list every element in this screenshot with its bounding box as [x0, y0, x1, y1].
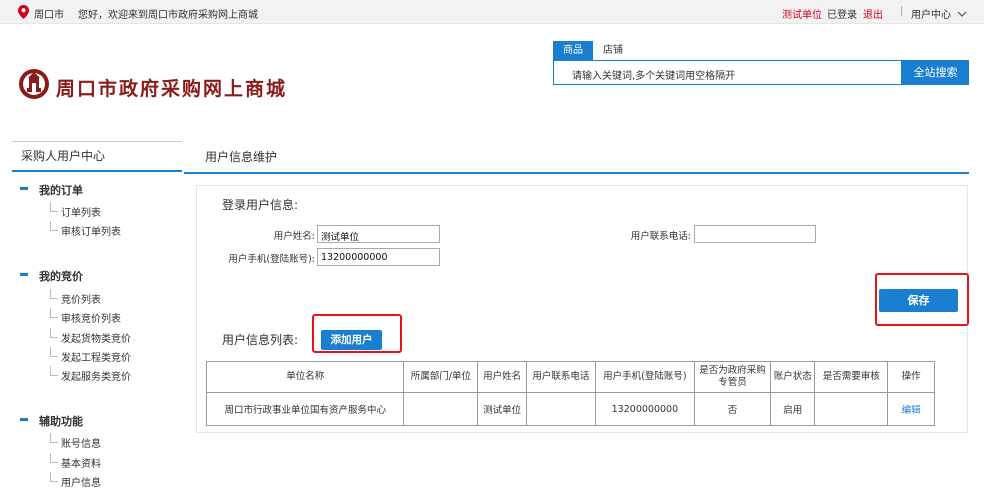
name-label: 用户姓名:	[273, 231, 315, 242]
table-cell	[814, 392, 889, 426]
mobile-label: 用户手机(登陆账号):	[228, 254, 315, 265]
col-header: 用户手机(登陆账号)	[594, 361, 696, 393]
logout-link[interactable]: 退出	[863, 6, 883, 21]
sidebar-item-goods-bid[interactable]: 发起货物类竞价	[50, 328, 131, 345]
user-table: 单位名称 所属部门/单位 用户姓名 用户联系电话 用户手机(登陆账号) 是否为政…	[205, 361, 935, 426]
sidebar-item-order-list[interactable]: 订单列表	[50, 202, 101, 219]
top-bar: 周口市 您好，欢迎来到周口市政府采购网上商城 测试单位 已登录 退出 | 用户中…	[0, 0, 984, 24]
user-center-label: 用户中心	[911, 10, 951, 21]
sidebar-item-label: 发起工程类竞价	[61, 353, 131, 364]
phone-label: 用户联系电话:	[630, 231, 691, 242]
sidebar-item-review-orders[interactable]: 审核订单列表	[50, 221, 121, 238]
sidebar-item-service-bid[interactable]: 发起服务类竞价	[50, 366, 131, 383]
table-cell: 周口市行政事业单位国有资产服务中心	[205, 392, 405, 426]
col-header: 是否需要审核	[814, 361, 889, 393]
topbar-divider: |	[900, 6, 904, 17]
dash-icon	[20, 418, 28, 421]
sidebar-group-label: 我的订单	[39, 184, 83, 197]
col-header: 是否为政府采购专管员	[694, 361, 771, 393]
dash-icon	[20, 187, 28, 190]
sidebar-item-bid-list[interactable]: 竞价列表	[50, 289, 101, 306]
sidebar-item-label: 竞价列表	[61, 295, 101, 306]
table-cell	[525, 392, 596, 426]
page-title: 用户信息维护	[205, 150, 278, 164]
logo-emblem-icon	[19, 69, 49, 99]
sidebar-group-label: 辅助功能	[39, 415, 83, 428]
user-center-menu[interactable]: 用户中心	[911, 6, 967, 21]
table-cell: 启用	[769, 392, 816, 426]
search-input[interactable]: 请输入关键词,多个关键词用空格隔开	[553, 60, 902, 85]
sidebar-group-label: 我的竞价	[39, 270, 83, 283]
logo-text: 周口市政府采购网上商城	[56, 78, 288, 100]
col-header: 操作	[887, 361, 935, 393]
col-header: 单位名称	[205, 361, 405, 393]
sidebar: 采购人用户中心 我的订单 订单列表 审核订单列表 我的竞价 竞价列表 审核竞价列…	[12, 141, 182, 489]
sidebar-item-label: 用户信息	[61, 478, 101, 489]
org-name[interactable]: 测试单位	[782, 6, 822, 21]
col-header: 用户姓名	[477, 361, 527, 393]
dash-icon	[20, 273, 28, 276]
sidebar-item-label: 发起服务类竞价	[61, 372, 131, 383]
col-header: 用户联系电话	[525, 361, 596, 393]
sidebar-item-engineering-bid[interactable]: 发起工程类竞价	[50, 347, 131, 364]
sidebar-item-basic-profile[interactable]: 基本资料	[50, 453, 101, 470]
sidebar-item-label: 账号信息	[61, 439, 101, 450]
welcome-text: 您好，欢迎来到周口市政府采购网上商城	[78, 10, 258, 21]
tab-products[interactable]: 商品	[553, 41, 593, 60]
list-section-title: 用户信息列表:	[222, 333, 299, 347]
sidebar-item-account-info[interactable]: 账号信息	[50, 433, 101, 450]
tab-shops[interactable]: 店铺	[593, 41, 633, 60]
add-user-button[interactable]: 添加用户	[321, 330, 382, 350]
edit-link[interactable]: 编辑	[902, 405, 921, 416]
sidebar-item-label: 审核竞价列表	[61, 314, 121, 325]
table-cell: 13200000000	[594, 392, 696, 426]
sidebar-item-user-info[interactable]: 用户信息	[50, 472, 101, 489]
table-cell: 否	[694, 392, 771, 426]
sidebar-item-label: 基本资料	[61, 459, 101, 470]
phone-field[interactable]	[694, 225, 816, 243]
sidebar-item-label: 审核订单列表	[61, 227, 121, 238]
table-cell	[403, 392, 479, 426]
table-row: 周口市行政事业单位国有资产服务中心 测试单位 13200000000 否 启用 …	[205, 392, 935, 426]
city-label[interactable]: 周口市	[34, 6, 64, 21]
table-cell: 测试单位	[477, 392, 527, 426]
sidebar-item-review-bids[interactable]: 审核竞价列表	[50, 308, 121, 325]
name-field[interactable]: 测试单位	[317, 225, 440, 243]
page-title-bar: 用户信息维护	[184, 148, 969, 174]
search-button[interactable]: 全站搜索	[902, 60, 969, 85]
col-header: 所属部门/单位	[403, 361, 479, 393]
sidebar-title: 采购人用户中心	[12, 141, 182, 172]
sidebar-item-label: 发起货物类竞价	[61, 334, 131, 345]
col-header: 账户状态	[769, 361, 816, 393]
table-cell: 编辑	[887, 392, 935, 426]
chevron-down-icon	[957, 11, 967, 17]
login-section-title: 登录用户信息:	[222, 198, 299, 212]
sidebar-item-label: 订单列表	[61, 208, 101, 219]
table-header-row: 单位名称 所属部门/单位 用户姓名 用户联系电话 用户手机(登陆账号) 是否为政…	[205, 361, 935, 393]
save-button[interactable]: 保存	[879, 289, 958, 312]
login-status: 已登录	[827, 10, 857, 21]
mobile-field[interactable]: 13200000000	[317, 248, 440, 266]
location-pin-icon	[18, 5, 29, 19]
